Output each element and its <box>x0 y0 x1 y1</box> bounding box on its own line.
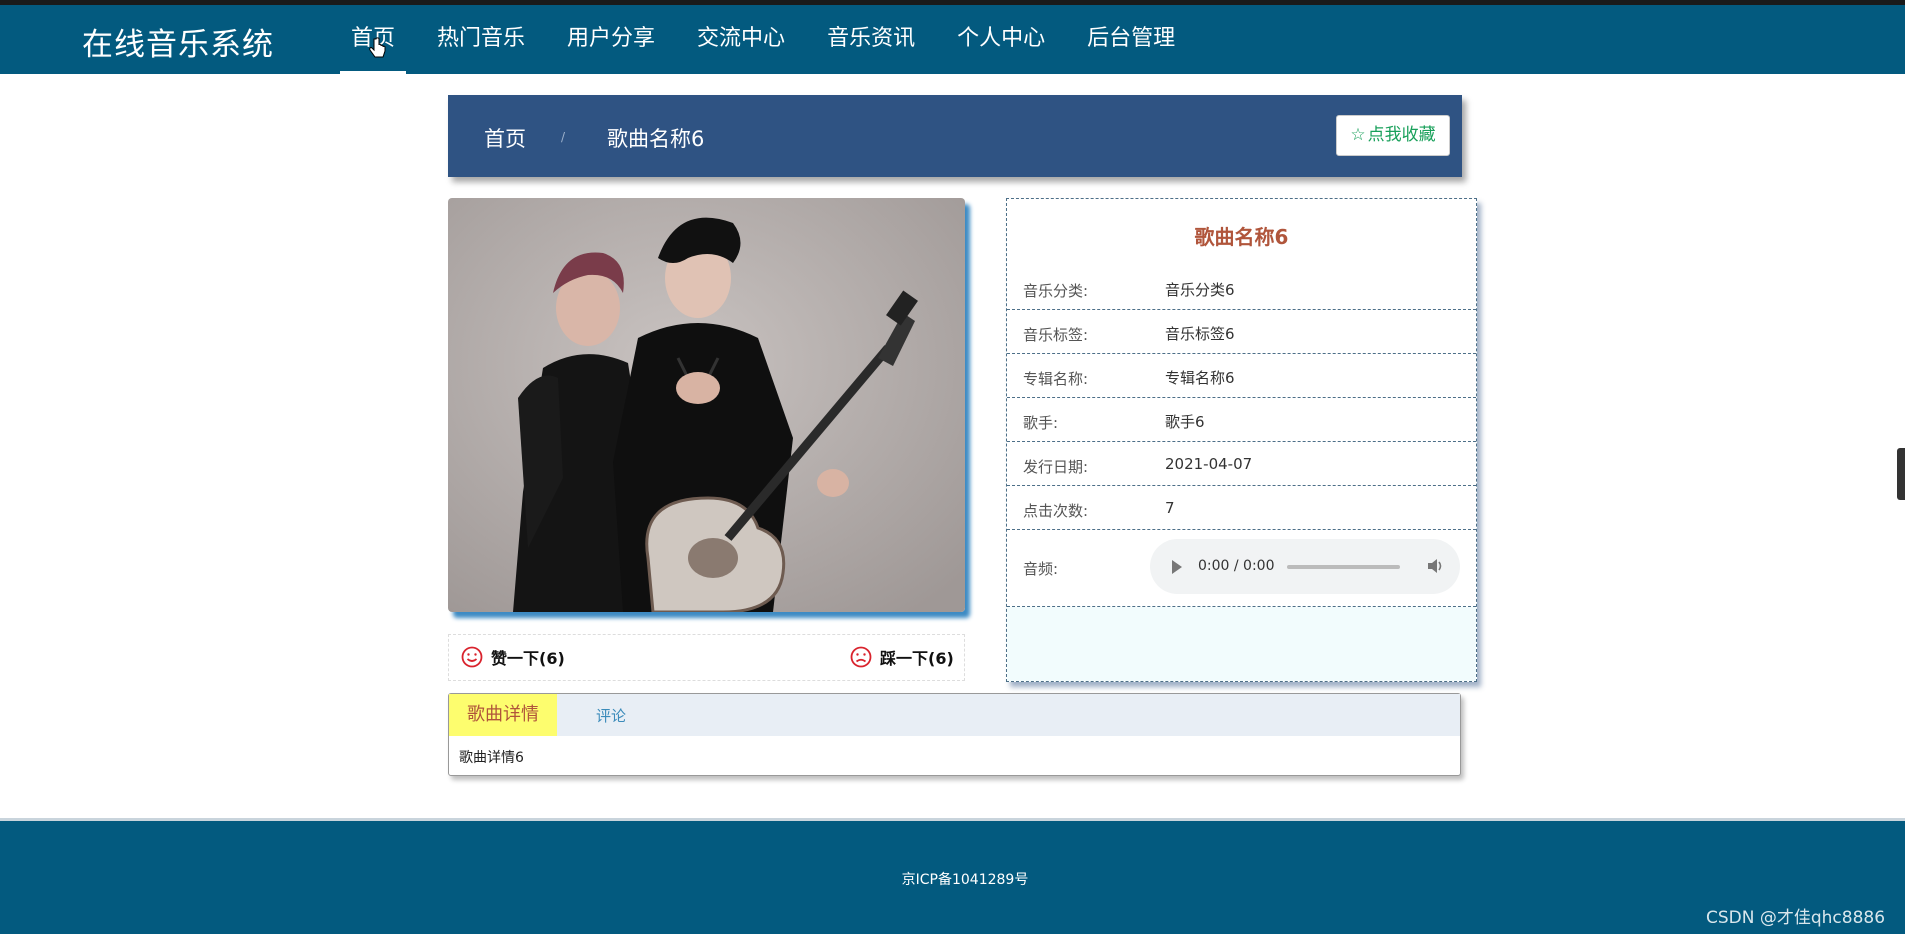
dislike-label: 踩一下(6) <box>880 649 954 668</box>
info-value: 音乐标签6 <box>1165 325 1235 343</box>
breadcrumb-current: 歌曲名称6 <box>607 127 705 151</box>
tab-content-text: 歌曲详情6 <box>459 750 524 766</box>
info-key: 音乐分类: <box>1023 282 1089 300</box>
side-scroll-tab[interactable] <box>1897 448 1905 500</box>
info-key: 点击次数: <box>1023 502 1089 520</box>
song-tabs: 歌曲详情 评论 歌曲详情6 <box>448 693 1461 776</box>
breadcrumb-separator: / <box>561 130 566 144</box>
info-key: 音乐标签: <box>1023 326 1089 344</box>
info-key: 音频: <box>1023 560 1059 578</box>
tabs-header: 歌曲详情 评论 <box>449 694 1460 736</box>
like-label: 赞一下(6) <box>491 649 565 668</box>
favorite-button-label: 点我收藏 <box>1367 125 1436 145</box>
nav-item-news[interactable]: 音乐资讯 <box>816 5 926 74</box>
favorite-button[interactable]: ☆ 点我收藏 <box>1336 115 1450 156</box>
site-header: 在线音乐系统 首页 热门音乐 用户分享 交流中心 音乐资讯 个人中心 后台管理 <box>0 5 1905 74</box>
star-outline-icon: ☆ <box>1350 125 1366 145</box>
hand-cursor-icon <box>369 37 386 58</box>
nav-item-hot-music[interactable]: 热门音乐 <box>426 5 536 74</box>
info-row-tag: 音乐标签: 音乐标签6 <box>1007 310 1476 354</box>
reaction-bar: 赞一下(6) 踩一下(6) <box>448 634 965 681</box>
info-key: 发行日期: <box>1023 458 1089 476</box>
info-value: 歌手6 <box>1165 413 1205 431</box>
info-row-category: 音乐分类: 音乐分类6 <box>1007 266 1476 310</box>
nav-item-admin[interactable]: 后台管理 <box>1076 5 1186 74</box>
nav-item-profile[interactable]: 个人中心 <box>946 5 1056 74</box>
csdn-watermark: CSDN @才佳qhc8886 <box>1706 908 1886 928</box>
smile-icon <box>461 646 483 668</box>
frown-icon <box>850 646 872 668</box>
tab-song-detail[interactable]: 歌曲详情 <box>449 694 557 736</box>
info-row-audio: 音频: 0:00 / 0:00 <box>1007 530 1476 607</box>
main-nav: 首页 热门音乐 用户分享 交流中心 音乐资讯 个人中心 后台管理 <box>340 5 1206 74</box>
breadcrumb: 首页 / 歌曲名称6 ☆ 点我收藏 <box>448 95 1462 177</box>
info-value: 专辑名称6 <box>1165 369 1235 387</box>
info-row-release-date: 发行日期: 2021-04-07 <box>1007 442 1476 486</box>
nav-item-forum[interactable]: 交流中心 <box>686 5 796 74</box>
info-row-album: 专辑名称: 专辑名称6 <box>1007 354 1476 398</box>
info-value: 音乐分类6 <box>1165 281 1235 299</box>
breadcrumb-home-link[interactable]: 首页 <box>484 123 526 153</box>
info-row-singer: 歌手: 歌手6 <box>1007 398 1476 442</box>
info-row-clicks: 点击次数: 7 <box>1007 486 1476 530</box>
site-logo[interactable]: 在线音乐系统 <box>82 19 274 64</box>
song-info-panel: 歌曲名称6 音乐分类: 音乐分类6 音乐标签: 音乐标签6 专辑名称: 专辑名称… <box>1006 198 1477 682</box>
audio-time: 0:00 / 0:00 <box>1198 558 1275 574</box>
site-footer: 京ICP备1041289号 <box>0 818 1905 934</box>
info-value: 2021-04-07 <box>1165 455 1253 473</box>
audio-progress-slider[interactable] <box>1287 565 1400 569</box>
nav-item-user-share[interactable]: 用户分享 <box>556 5 666 74</box>
like-button[interactable]: 赞一下(6) <box>461 645 565 669</box>
audio-player[interactable]: 0:00 / 0:00 <box>1150 539 1460 594</box>
volume-icon[interactable] <box>1426 557 1444 575</box>
info-panel-footer <box>1007 607 1476 681</box>
dislike-button[interactable]: 踩一下(6) <box>850 645 954 669</box>
icp-text: 京ICP备1041289号 <box>901 872 1029 888</box>
tab-comment[interactable]: 评论 <box>596 705 626 726</box>
song-title: 歌曲名称6 <box>1194 225 1289 249</box>
info-key: 歌手: <box>1023 414 1059 432</box>
play-icon[interactable] <box>1172 560 1182 574</box>
song-cover-image <box>448 198 965 612</box>
info-key: 专辑名称: <box>1023 370 1089 388</box>
info-value: 7 <box>1165 499 1175 517</box>
